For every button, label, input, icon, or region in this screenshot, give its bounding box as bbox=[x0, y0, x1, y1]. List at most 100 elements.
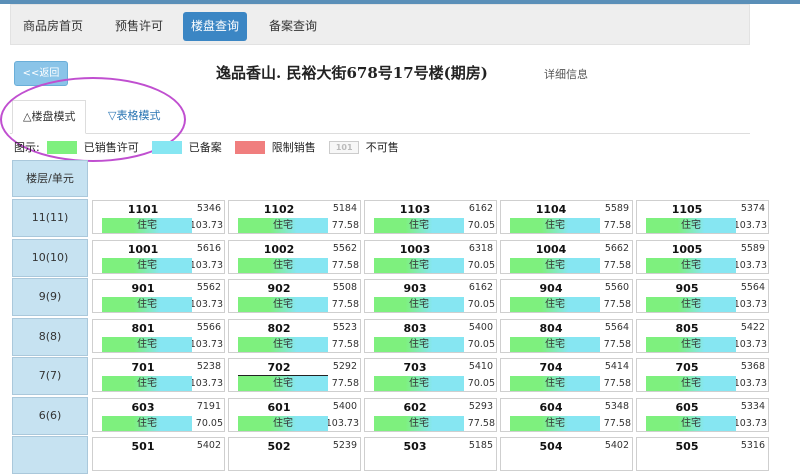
unit-cell[interactable]: 905 5564 103.73 住宅 bbox=[636, 279, 769, 313]
unit-cell[interactable]: 1004 5662 77.58 住宅 bbox=[500, 240, 633, 274]
unit-cell[interactable]: 1103 6162 70.05 住宅 bbox=[364, 200, 497, 234]
unit-price: 5564 bbox=[740, 282, 765, 293]
unit-price: 5316 bbox=[740, 440, 765, 451]
nav-item-presale-permit[interactable]: 预售许可 bbox=[107, 12, 171, 41]
unit-number: 1003 bbox=[399, 243, 431, 256]
unit-price: 5523 bbox=[332, 322, 357, 333]
unit-status-type: 住宅 bbox=[374, 337, 464, 352]
unit-area: 77.58 bbox=[603, 299, 631, 310]
unit-number: 801 bbox=[131, 322, 155, 335]
unit-number: 601 bbox=[267, 401, 291, 414]
unit-cell[interactable]: 904 5560 77.58 住宅 bbox=[500, 279, 633, 313]
unit-number: 704 bbox=[539, 361, 563, 374]
unit-cell[interactable]: 1002 5562 77.58 住宅 bbox=[228, 240, 361, 274]
unit-cell[interactable]: 602 5293 77.58 住宅 bbox=[364, 398, 497, 432]
tab-table-mode[interactable]: ▽表格模式 bbox=[98, 100, 170, 134]
unit-price: 5334 bbox=[740, 401, 765, 412]
unit-cell[interactable]: 1105 5374 103.73 住宅 bbox=[636, 200, 769, 234]
unit-cell[interactable]: 604 5348 77.58 住宅 bbox=[500, 398, 633, 432]
unit-cell[interactable]: 501 5402 bbox=[92, 437, 225, 471]
unit-cell[interactable]: 502 5239 bbox=[228, 437, 361, 471]
unit-area: 77.58 bbox=[331, 339, 359, 350]
unit-cell[interactable]: 702 5292 77.58 住宅 bbox=[228, 358, 361, 392]
unit-cell[interactable]: 801 5566 103.73 住宅 bbox=[92, 319, 225, 353]
unit-number: 1001 bbox=[127, 243, 159, 256]
unit-area: 103.73 bbox=[189, 378, 223, 389]
unit-area: 70.05 bbox=[467, 378, 495, 389]
unit-cell[interactable]: 902 5508 77.58 住宅 bbox=[228, 279, 361, 313]
tab-building-mode[interactable]: △楼盘模式 bbox=[12, 100, 87, 134]
unit-cell[interactable]: 504 5402 bbox=[500, 437, 633, 471]
unit-cell[interactable]: 704 5414 77.58 住宅 bbox=[500, 358, 633, 392]
unit-cell[interactable]: 901 5562 103.73 住宅 bbox=[92, 279, 225, 313]
unit-price: 5374 bbox=[740, 203, 765, 214]
unit-cell[interactable]: 503 5185 bbox=[364, 437, 497, 471]
unit-area: 103.73 bbox=[733, 299, 767, 310]
unit-number: 1004 bbox=[535, 243, 567, 256]
nav-item-filing-query[interactable]: 备案查询 bbox=[261, 12, 325, 41]
unit-cell[interactable]: 804 5564 77.58 住宅 bbox=[500, 319, 633, 353]
unit-cell[interactable]: 1005 5589 103.73 住宅 bbox=[636, 240, 769, 274]
unit-cell[interactable]: 705 5368 103.73 住宅 bbox=[636, 358, 769, 392]
unit-number: 503 bbox=[403, 440, 427, 453]
unit-number: 505 bbox=[675, 440, 699, 453]
unit-cell[interactable]: 603 7191 70.05 住宅 bbox=[92, 398, 225, 432]
unit-price: 5566 bbox=[196, 322, 221, 333]
grid-header-floor-unit: 楼层/单元 bbox=[12, 160, 88, 197]
unit-status-type: 住宅 bbox=[102, 376, 192, 391]
unit-cell[interactable]: 802 5523 77.58 住宅 bbox=[228, 319, 361, 353]
unit-status-type: 住宅 bbox=[646, 416, 736, 431]
unit-price: 5400 bbox=[332, 401, 357, 412]
unit-cell[interactable]: 1001 5616 103.73 住宅 bbox=[92, 240, 225, 274]
unit-cell[interactable]: 601 5400 103.73 住宅 bbox=[228, 398, 361, 432]
unit-price: 5562 bbox=[196, 282, 221, 293]
unit-status-type: 住宅 bbox=[510, 376, 600, 391]
unit-cell[interactable]: 605 5334 103.73 住宅 bbox=[636, 398, 769, 432]
unit-price: 5589 bbox=[604, 203, 629, 214]
detail-info-link[interactable]: 详细信息 bbox=[544, 66, 588, 82]
floor-label: 8(8) bbox=[12, 318, 88, 356]
unit-price: 5402 bbox=[604, 440, 629, 451]
unit-status-type: 住宅 bbox=[646, 297, 736, 312]
unit-underline bbox=[238, 375, 328, 376]
unit-price: 6162 bbox=[468, 203, 493, 214]
unit-number: 701 bbox=[131, 361, 155, 374]
unit-status-type: 住宅 bbox=[374, 218, 464, 233]
unit-price: 5238 bbox=[196, 361, 221, 372]
unit-status-type: 住宅 bbox=[238, 416, 328, 431]
unit-price: 5368 bbox=[740, 361, 765, 372]
nav-item-home[interactable]: 商品房首页 bbox=[15, 12, 91, 41]
unit-status-type: 住宅 bbox=[646, 337, 736, 352]
unit-price: 5402 bbox=[196, 440, 221, 451]
unit-price: 5293 bbox=[468, 401, 493, 412]
legend-swatch-unavailable: 101 bbox=[329, 140, 360, 154]
legend-item-filed: 已备案 bbox=[188, 141, 222, 154]
nav-item-building-query[interactable]: 楼盘查询 bbox=[183, 12, 248, 41]
unit-price: 5562 bbox=[332, 243, 357, 254]
unit-price: 5410 bbox=[468, 361, 493, 372]
unit-price: 5184 bbox=[332, 203, 357, 214]
unit-cell[interactable]: 903 6162 70.05 住宅 bbox=[364, 279, 497, 313]
unit-cell[interactable]: 703 5410 70.05 住宅 bbox=[364, 358, 497, 392]
unit-number: 605 bbox=[675, 401, 699, 414]
main-nav: 商品房首页 预售许可 楼盘查询 备案查询 bbox=[10, 4, 750, 45]
unit-price: 5422 bbox=[740, 322, 765, 333]
unit-cell[interactable]: 805 5422 103.73 住宅 bbox=[636, 319, 769, 353]
floor-label bbox=[12, 436, 88, 474]
unit-cell[interactable]: 1101 5346 103.73 住宅 bbox=[92, 200, 225, 234]
unit-number: 603 bbox=[131, 401, 155, 414]
unit-area: 103.73 bbox=[189, 339, 223, 350]
unit-number: 802 bbox=[267, 322, 291, 335]
unit-area: 70.05 bbox=[195, 418, 223, 429]
unit-status-type: 住宅 bbox=[510, 337, 600, 352]
unit-cell[interactable]: 701 5238 103.73 住宅 bbox=[92, 358, 225, 392]
unit-number: 1101 bbox=[127, 203, 159, 216]
unit-number: 1002 bbox=[263, 243, 295, 256]
unit-cell[interactable]: 1104 5589 77.58 住宅 bbox=[500, 200, 633, 234]
unit-cell[interactable]: 505 5316 bbox=[636, 437, 769, 471]
unit-status-type: 住宅 bbox=[510, 297, 600, 312]
unit-cell[interactable]: 1102 5184 77.58 住宅 bbox=[228, 200, 361, 234]
back-button[interactable]: <<返回 bbox=[14, 61, 68, 86]
unit-cell[interactable]: 1003 6318 70.05 住宅 bbox=[364, 240, 497, 274]
unit-cell[interactable]: 803 5400 70.05 住宅 bbox=[364, 319, 497, 353]
